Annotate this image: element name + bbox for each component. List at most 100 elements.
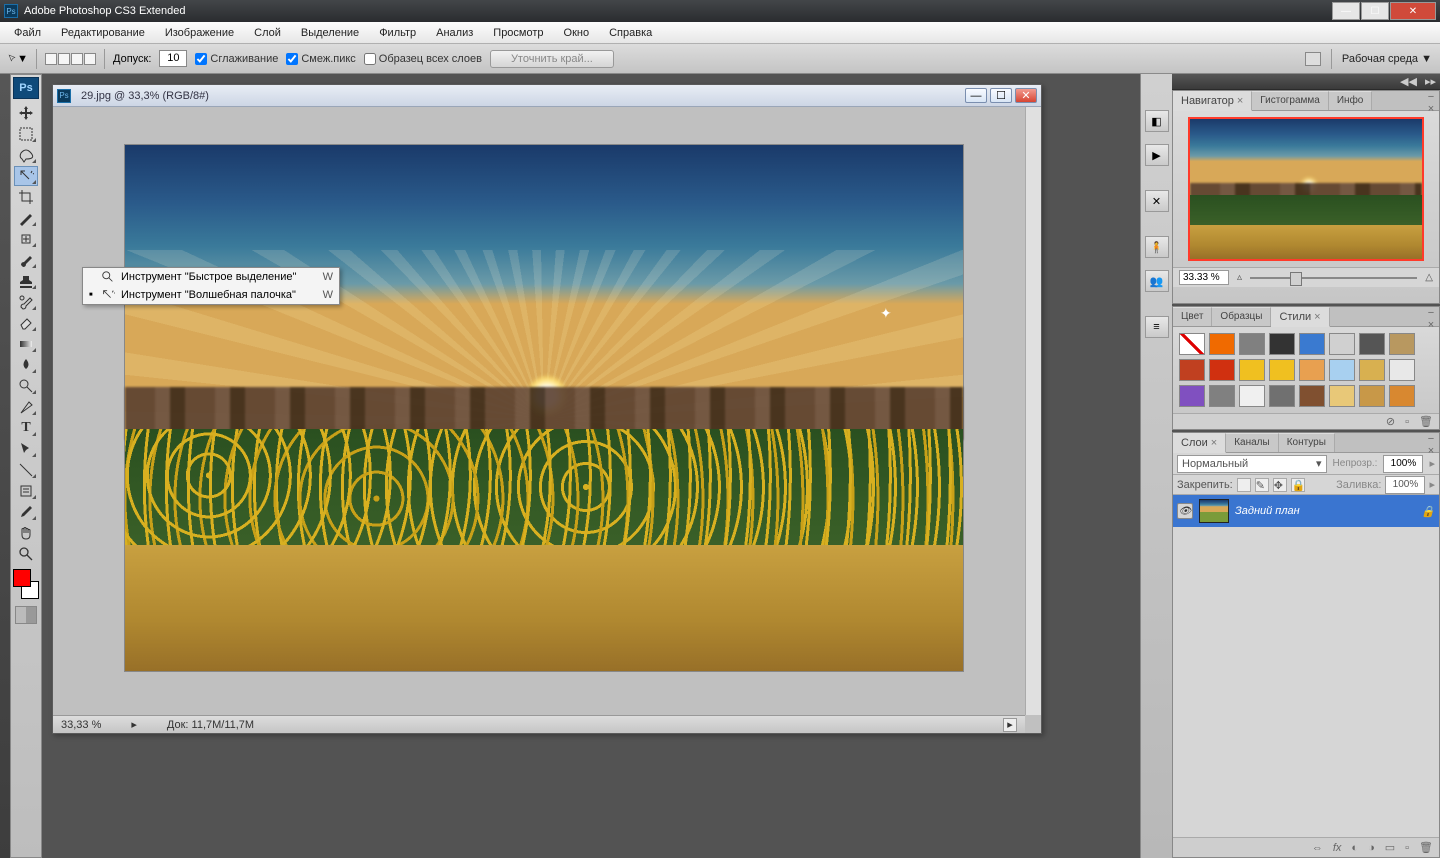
style-swatch[interactable] <box>1209 359 1235 381</box>
menu-select[interactable]: Выделение <box>291 24 369 42</box>
dodge-tool[interactable] <box>14 376 38 396</box>
eyedropper-tool[interactable] <box>14 502 38 522</box>
style-swatch[interactable] <box>1329 385 1355 407</box>
style-swatch[interactable] <box>1269 359 1295 381</box>
group-icon[interactable]: ▭ <box>1385 841 1395 854</box>
style-swatch[interactable] <box>1359 385 1385 407</box>
menu-edit[interactable]: Редактирование <box>51 24 155 42</box>
status-arrow-icon[interactable]: ▸ <box>1003 718 1017 732</box>
dock-button-5[interactable]: 👥 <box>1145 270 1169 292</box>
style-swatch[interactable] <box>1269 385 1295 407</box>
flyout-magic-wand[interactable]: ■ Инструмент "Волшебная палочка" W <box>83 286 339 304</box>
lock-position-icon[interactable]: ✥ <box>1273 478 1287 492</box>
lock-pixels-icon[interactable]: ✎ <box>1255 478 1269 492</box>
zoom-readout[interactable]: 33,33 % <box>61 719 101 731</box>
type-tool[interactable]: T <box>14 418 38 438</box>
trash-icon[interactable]: 🗑 <box>1419 415 1433 428</box>
dock-button-3[interactable]: ✕ <box>1145 190 1169 212</box>
contiguous-checkbox[interactable]: Смеж.пикс <box>286 53 355 65</box>
lasso-tool[interactable] <box>14 145 38 165</box>
menu-filter[interactable]: Фильтр <box>369 24 426 42</box>
style-swatch[interactable] <box>1179 333 1205 355</box>
style-swatch[interactable] <box>1389 359 1415 381</box>
canvas-viewport[interactable] <box>53 107 1025 715</box>
style-swatch[interactable] <box>1239 385 1265 407</box>
doc-close-button[interactable] <box>1015 88 1037 103</box>
layer-visibility-icon[interactable]: 👁 <box>1177 503 1193 519</box>
panel-menu-icon[interactable]: −× <box>1423 307 1439 326</box>
style-swatch[interactable] <box>1239 333 1265 355</box>
dock-button-6[interactable]: ≡ <box>1145 316 1169 338</box>
style-swatch[interactable] <box>1179 385 1205 407</box>
fill-arrow-icon[interactable]: ▸ <box>1429 478 1435 491</box>
dock-button-2[interactable]: ▶ <box>1145 144 1169 166</box>
style-swatch[interactable] <box>1209 385 1235 407</box>
zoom-out-icon[interactable]: ▵ <box>1237 272 1242 283</box>
magic-wand-tool[interactable] <box>14 166 38 186</box>
canvas[interactable] <box>125 145 963 671</box>
crop-tool[interactable] <box>14 187 38 207</box>
slice-tool[interactable] <box>14 208 38 228</box>
blur-tool[interactable] <box>14 355 38 375</box>
opacity-input[interactable]: 100% <box>1383 455 1423 473</box>
toolbox-expand[interactable] <box>0 74 10 858</box>
doc-minimize-button[interactable] <box>965 88 987 103</box>
flyout-quick-select[interactable]: Инструмент "Быстрое выделение" W <box>83 268 339 286</box>
style-swatch[interactable] <box>1359 333 1385 355</box>
selection-mode-icons[interactable] <box>45 53 96 65</box>
workspace-switcher[interactable]: Рабочая среда ▼ <box>1342 53 1432 65</box>
trash-icon[interactable]: 🗑 <box>1419 841 1433 854</box>
style-swatch[interactable] <box>1299 359 1325 381</box>
navigator-thumbnail[interactable] <box>1188 117 1424 261</box>
doc-vertical-scrollbar[interactable] <box>1025 107 1041 715</box>
notes-tool[interactable] <box>14 481 38 501</box>
style-swatch[interactable] <box>1389 333 1415 355</box>
refine-edge-button[interactable]: Уточнить край... <box>490 50 614 68</box>
menu-file[interactable]: Файл <box>4 24 51 42</box>
document-titlebar[interactable]: Ps 29.jpg @ 33,3% (RGB/8#) <box>53 85 1041 107</box>
no-style-icon[interactable]: ⊘ <box>1386 415 1395 428</box>
style-swatch[interactable] <box>1299 385 1325 407</box>
style-swatch[interactable] <box>1329 359 1355 381</box>
adjustment-icon[interactable]: ◑ <box>1368 842 1375 854</box>
tab-styles[interactable]: Стили× <box>1271 307 1329 327</box>
fg-color-swatch[interactable] <box>13 569 31 587</box>
new-style-icon[interactable]: ▫ <box>1405 416 1409 428</box>
chevron-icon[interactable]: ▸ <box>131 718 137 731</box>
style-swatch[interactable] <box>1299 333 1325 355</box>
menu-image[interactable]: Изображение <box>155 24 244 42</box>
tolerance-input[interactable]: 10 <box>159 50 187 67</box>
tab-channels[interactable]: Каналы <box>1226 433 1279 452</box>
dock-header[interactable]: ◀◀▸▸ <box>1172 74 1440 90</box>
move-tool[interactable] <box>14 103 38 123</box>
antialias-checkbox[interactable]: Сглаживание <box>195 53 278 65</box>
layer-background[interactable]: 👁 Задний план 🔒 <box>1173 495 1439 527</box>
menu-window[interactable]: Окно <box>554 24 600 42</box>
history-brush-tool[interactable] <box>14 292 38 312</box>
tab-paths[interactable]: Контуры <box>1279 433 1335 452</box>
panel-menu-icon[interactable]: −× <box>1423 91 1439 110</box>
layer-thumbnail[interactable] <box>1199 499 1229 523</box>
eraser-tool[interactable] <box>14 313 38 333</box>
tab-histogram[interactable]: Гистограмма <box>1252 91 1329 110</box>
quickmask-toggle[interactable] <box>15 606 37 624</box>
window-maximize-button[interactable] <box>1361 2 1389 20</box>
dock-button-4[interactable]: 🧍 <box>1145 236 1169 258</box>
window-close-button[interactable] <box>1390 2 1436 20</box>
tab-navigator[interactable]: Навигатор× <box>1173 91 1252 111</box>
style-swatch[interactable] <box>1329 333 1355 355</box>
fill-opacity-input[interactable]: 100% <box>1385 476 1425 494</box>
marquee-tool[interactable] <box>14 124 38 144</box>
new-layer-icon[interactable]: ▫ <box>1405 842 1409 854</box>
all-layers-checkbox[interactable]: Образец всех слоев <box>364 53 482 65</box>
style-swatch[interactable] <box>1359 359 1385 381</box>
zoom-slider[interactable] <box>1250 277 1417 279</box>
style-swatch[interactable] <box>1269 333 1295 355</box>
menu-analysis[interactable]: Анализ <box>426 24 483 42</box>
pen-tool[interactable] <box>14 397 38 417</box>
layers-empty-area[interactable] <box>1173 527 1439 837</box>
shape-tool[interactable] <box>14 460 38 480</box>
blend-mode-select[interactable]: Нормальный▾ <box>1177 455 1327 473</box>
tab-layers[interactable]: Слои× <box>1173 433 1226 453</box>
lock-all-icon[interactable]: 🔒 <box>1291 478 1305 492</box>
